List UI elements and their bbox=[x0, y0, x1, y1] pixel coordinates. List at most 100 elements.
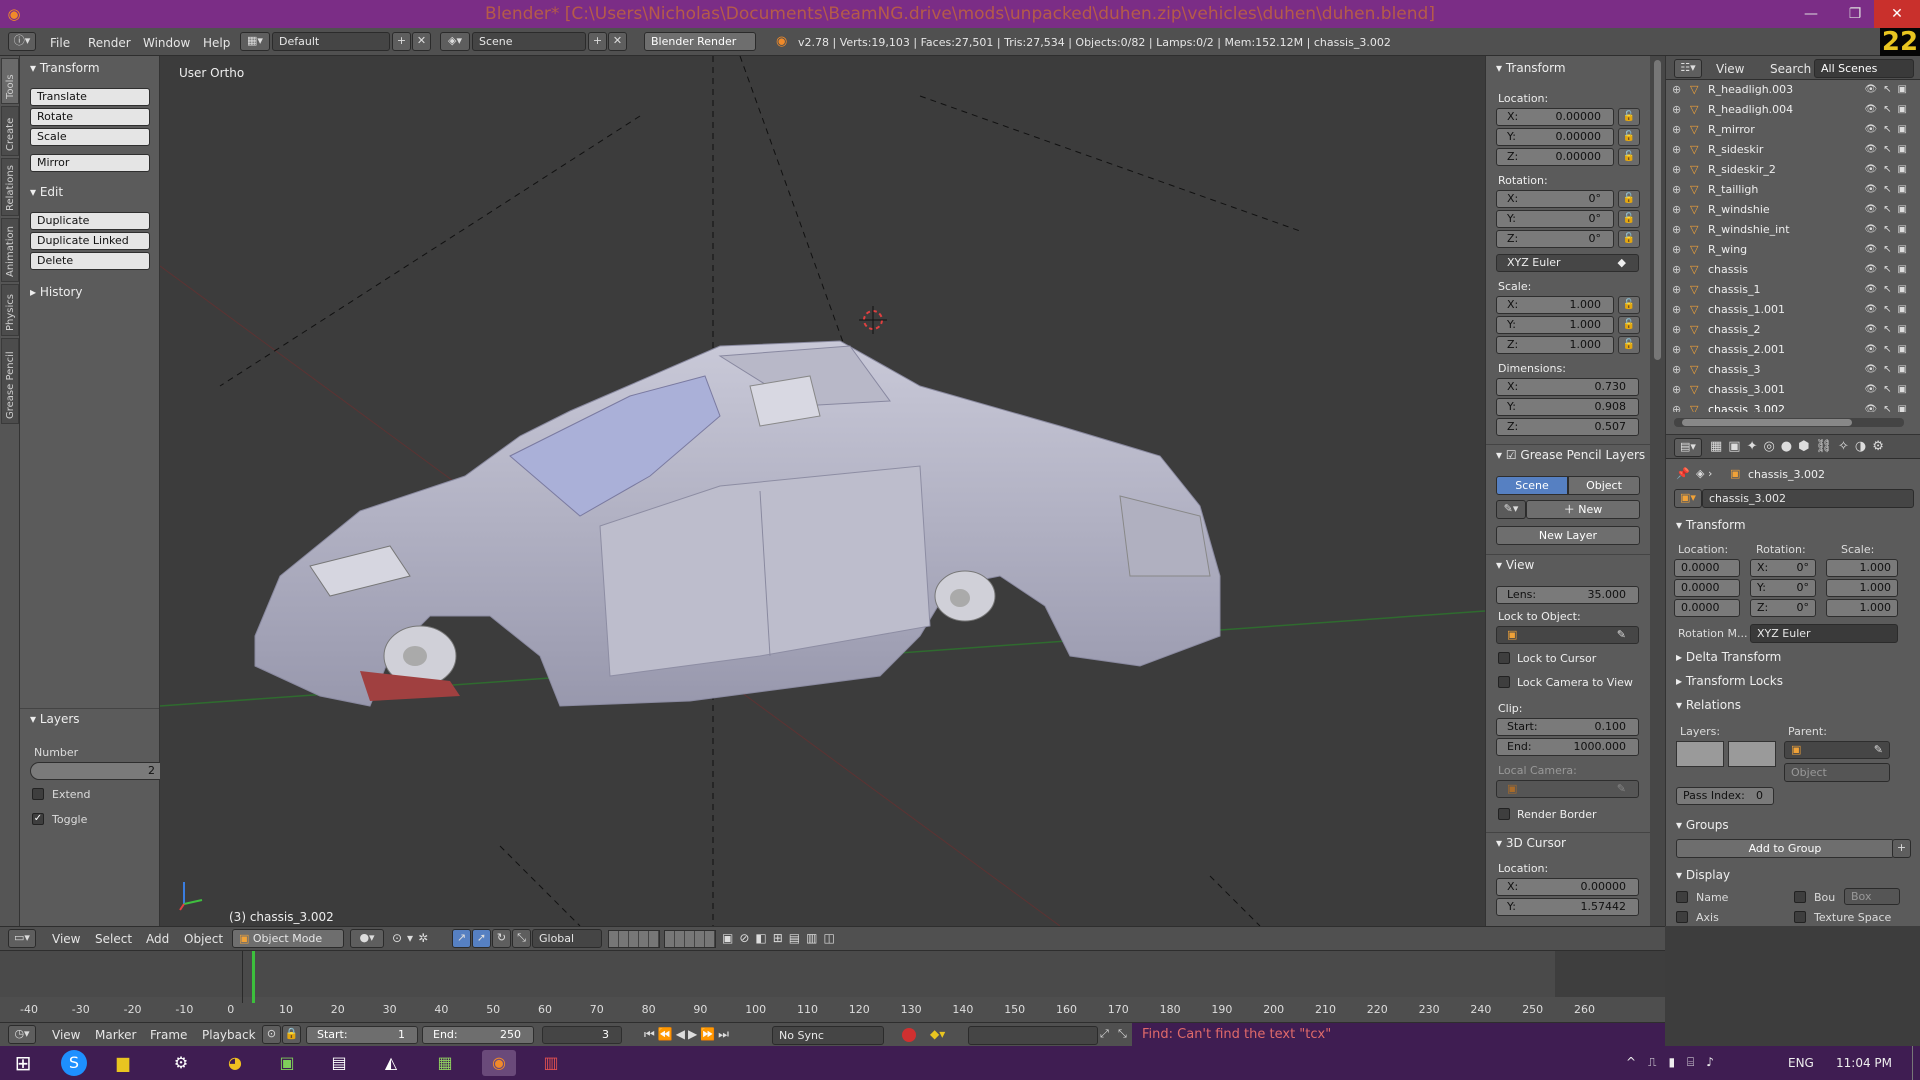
properties-editor-icon[interactable]: ▤▾ bbox=[1674, 438, 1702, 457]
toggle-checkbox[interactable]: ✓ bbox=[32, 813, 44, 825]
props-loc-x[interactable]: 0.0000 bbox=[1674, 559, 1740, 577]
outliner-item[interactable]: ⊕ ▽ chassis_3 👁↖▣ bbox=[1666, 360, 1920, 380]
visibility-icons[interactable]: 👁↖▣ bbox=[1864, 100, 1913, 120]
outliner-search-menu[interactable]: Search bbox=[1770, 62, 1811, 76]
object-menu[interactable]: Object bbox=[184, 932, 223, 946]
translate-button[interactable]: Translate bbox=[30, 88, 150, 106]
close-button[interactable]: ✕ bbox=[1874, 0, 1920, 28]
end-frame-field[interactable]: End: 250 bbox=[422, 1026, 534, 1044]
menu-help[interactable]: Help bbox=[203, 36, 230, 50]
props-scale-z[interactable]: 1.000 bbox=[1826, 599, 1898, 617]
visibility-icons[interactable]: 👁↖▣ bbox=[1864, 340, 1913, 360]
screen-layout-field[interactable]: Default bbox=[272, 32, 390, 51]
location-x-field[interactable]: X: 0.00000 bbox=[1496, 108, 1614, 126]
lock-icon[interactable]: 🔓 bbox=[1618, 148, 1640, 166]
sync-select[interactable]: No Sync bbox=[772, 1026, 884, 1045]
insert-key-icon[interactable]: ⤢ bbox=[1100, 1027, 1109, 1041]
start-frame-field[interactable]: Start: 1 bbox=[306, 1026, 418, 1044]
timeline-keyframe-area[interactable] bbox=[0, 951, 1665, 997]
extend-checkbox[interactable] bbox=[32, 788, 44, 800]
duplicate-linked-button[interactable]: Duplicate Linked bbox=[30, 232, 150, 250]
lock-icon[interactable]: 🔓 bbox=[1618, 210, 1640, 228]
relations-header[interactable]: ▾ Relations bbox=[1666, 695, 1920, 715]
viewport-tool-icons[interactable]: ▣⊘◧⊞▤▥◫ bbox=[722, 931, 841, 945]
outliner-item[interactable]: ⊕ ▽ chassis 👁↖▣ bbox=[1666, 260, 1920, 280]
outliner-item[interactable]: ⊕ ▽ R_tailligh 👁↖▣ bbox=[1666, 180, 1920, 200]
delete-button[interactable]: Delete bbox=[30, 252, 150, 270]
visibility-icons[interactable]: 👁↖▣ bbox=[1864, 160, 1913, 180]
grease-pencil-header[interactable]: ▾ ☑ Grease Pencil Layers bbox=[1486, 444, 1650, 464]
timeline-area[interactable]: -40 -30 -20 -10 0 10 20 30 40 50 60 70 80 90 100 110 120… bbox=[0, 950, 1665, 1024]
current-frame-indicator[interactable] bbox=[252, 951, 255, 1003]
scale-y-field[interactable]: Y: 1.000 bbox=[1496, 316, 1614, 334]
windows-start-icon[interactable]: ⊞ bbox=[6, 1050, 40, 1076]
orientation-select[interactable]: Global bbox=[532, 929, 602, 948]
grease-scene-tab[interactable]: Scene bbox=[1496, 476, 1568, 495]
keying-set-field[interactable] bbox=[968, 1026, 1098, 1045]
layer-grid-2[interactable] bbox=[1728, 741, 1776, 767]
expand-icon[interactable]: ⊕ bbox=[1672, 240, 1681, 260]
layer-buttons-1[interactable] bbox=[608, 930, 660, 948]
n-panel-scrollbar[interactable] bbox=[1650, 56, 1665, 926]
props-scale-y[interactable]: 1.000 bbox=[1826, 579, 1898, 597]
tray-icons[interactable]: ^⎍▮⌸♪ bbox=[1626, 1055, 1726, 1070]
expand-icon[interactable]: ⊕ bbox=[1672, 300, 1681, 320]
tl-marker-menu[interactable]: Marker bbox=[95, 1028, 136, 1042]
outliner-editor-icon[interactable]: ☷▾ bbox=[1674, 59, 1702, 78]
view-menu[interactable]: View bbox=[52, 932, 80, 946]
visibility-icons[interactable]: 👁↖▣ bbox=[1864, 400, 1913, 412]
minimize-button[interactable]: — bbox=[1794, 0, 1828, 28]
lens-field[interactable]: Lens: 35.000 bbox=[1496, 586, 1639, 604]
add-layout-icon[interactable]: + bbox=[392, 32, 411, 51]
preview-range-icon[interactable]: ⊙ bbox=[262, 1025, 281, 1044]
groups-header[interactable]: ▾ Groups bbox=[1666, 815, 1920, 835]
outliner-item[interactable]: ⊕ ▽ R_windshie 👁↖▣ bbox=[1666, 200, 1920, 220]
expand-icon[interactable]: ⊕ bbox=[1672, 160, 1681, 180]
props-rot-z[interactable]: Z: 0° bbox=[1750, 599, 1816, 617]
app-icon-3[interactable]: ◭ bbox=[374, 1050, 408, 1076]
display-header[interactable]: ▾ Display bbox=[1666, 865, 1920, 885]
tl-frame-menu[interactable]: Frame bbox=[150, 1028, 187, 1042]
app-icon-5[interactable]: ▥ bbox=[534, 1050, 568, 1076]
app-icon[interactable]: ▣ bbox=[270, 1050, 304, 1076]
visibility-icons[interactable]: 👁↖▣ bbox=[1864, 280, 1913, 300]
dimensions-x-field[interactable]: X: 0.730 bbox=[1496, 378, 1639, 396]
lock-icon[interactable]: 🔓 bbox=[1618, 336, 1640, 354]
transform-locks-header[interactable]: ▸ Transform Locks bbox=[1666, 671, 1920, 691]
tab-grease-pencil[interactable]: Grease Pencil bbox=[1, 338, 19, 424]
expand-icon[interactable]: ⊕ bbox=[1672, 380, 1681, 400]
lock-icon[interactable]: 🔓 bbox=[1618, 296, 1640, 314]
outliner-item[interactable]: ⊕ ▽ chassis_2 👁↖▣ bbox=[1666, 320, 1920, 340]
lock-range-icon[interactable]: 🔒 bbox=[282, 1025, 301, 1044]
outliner-item[interactable]: ⊕ ▽ chassis_3.002 👁↖▣ bbox=[1666, 400, 1920, 412]
parent-field[interactable]: ▣ ✎ bbox=[1784, 741, 1890, 759]
transform-panel-header[interactable]: ▾ Transform bbox=[20, 58, 159, 78]
outliner-item[interactable]: ⊕ ▽ R_wing 👁↖▣ bbox=[1666, 240, 1920, 260]
cursor-y-field[interactable]: Y: 1.57442 bbox=[1496, 898, 1639, 916]
edit-panel-header[interactable]: ▾ Edit bbox=[20, 182, 159, 202]
remove-scene-icon[interactable]: ✕ bbox=[608, 32, 627, 51]
object-icon[interactable]: ▣▾ bbox=[1674, 489, 1702, 508]
app-icon-4[interactable]: ▦ bbox=[428, 1050, 462, 1076]
chrome-icon[interactable]: ◕ bbox=[218, 1050, 252, 1076]
visibility-icons[interactable]: 👁↖▣ bbox=[1864, 180, 1913, 200]
lock-object-field[interactable]: ▣ ✎ bbox=[1496, 626, 1639, 644]
screen-layout-icon[interactable]: ▦▾ bbox=[240, 32, 270, 51]
outliner-item[interactable]: ⊕ ▽ R_headligh.004 👁↖▣ bbox=[1666, 100, 1920, 120]
visibility-icons[interactable]: 👁↖▣ bbox=[1864, 80, 1913, 100]
tl-view-menu[interactable]: View bbox=[52, 1028, 80, 1042]
steam-icon[interactable]: ⚙ bbox=[164, 1050, 198, 1076]
visibility-icons[interactable]: 👁↖▣ bbox=[1864, 260, 1913, 280]
outliner-item[interactable]: ⊕ ▽ chassis_1 👁↖▣ bbox=[1666, 280, 1920, 300]
expand-icon[interactable]: ⊕ bbox=[1672, 140, 1681, 160]
expand-icon[interactable]: ⊕ bbox=[1672, 80, 1681, 100]
rotate-manip-icon[interactable]: ↻ bbox=[492, 929, 511, 948]
record-icon[interactable] bbox=[902, 1028, 916, 1042]
scale-button[interactable]: Scale bbox=[30, 128, 150, 146]
expand-icon[interactable]: ⊕ bbox=[1672, 320, 1681, 340]
tab-animation[interactable]: Animation bbox=[1, 218, 19, 282]
scale-x-field[interactable]: X: 1.000 bbox=[1496, 296, 1614, 314]
display-checkbox[interactable] bbox=[1794, 911, 1806, 923]
rotation-x-field[interactable]: X: 0° bbox=[1496, 190, 1614, 208]
outliner-item[interactable]: ⊕ ▽ chassis_2.001 👁↖▣ bbox=[1666, 340, 1920, 360]
